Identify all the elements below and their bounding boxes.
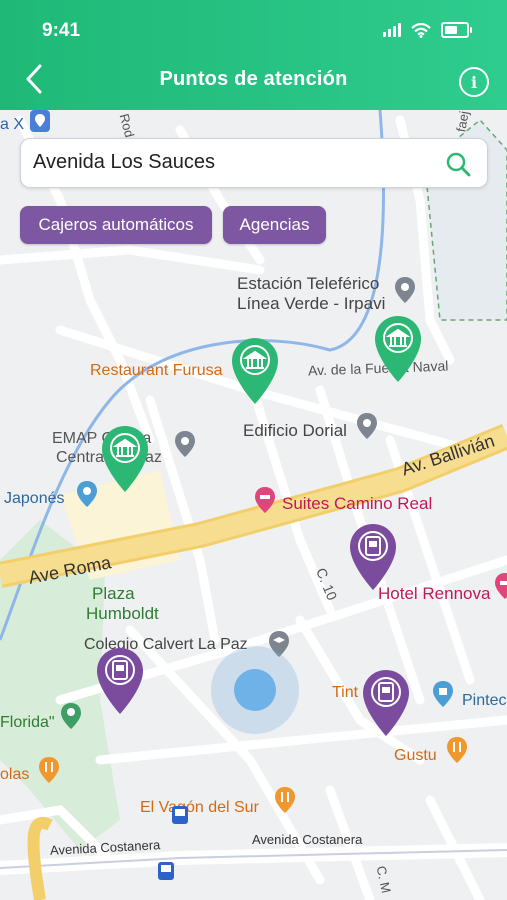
search-field[interactable]: Avenida Los Sauces — [20, 138, 488, 188]
page-title: Puntos de atención — [159, 68, 348, 90]
filter-agencies-chip[interactable]: Agencias — [223, 206, 326, 244]
wifi-icon — [411, 22, 431, 38]
place-pin-icon — [357, 413, 377, 439]
bus-stop-icon — [172, 806, 188, 824]
status-icons — [383, 22, 472, 38]
place-label-gustu: Gustu — [394, 747, 437, 764]
place-label-plaza-2: Humboldt — [86, 604, 159, 623]
agency-pin-icon[interactable] — [100, 424, 150, 494]
atm-pin-icon[interactable] — [361, 668, 411, 738]
place-label-japones: Japonés — [4, 490, 65, 507]
agency-pin-icon[interactable] — [373, 314, 423, 384]
search-icon[interactable] — [445, 151, 471, 177]
signal-icon — [383, 23, 401, 37]
current-location-marker — [211, 646, 299, 734]
filter-atm-chip[interactable]: Cajeros automáticos — [20, 206, 212, 244]
shop-pin-icon — [433, 681, 453, 707]
place-label-ax: a X — [0, 116, 25, 133]
place-label-estacion-2: Línea Verde - Irpavi — [237, 294, 386, 313]
camera-pin-icon — [77, 481, 97, 507]
food-pin-icon — [447, 737, 467, 763]
place-label-olas: olas — [0, 766, 30, 783]
place-label-edificio: Edificio Dorial — [243, 421, 347, 440]
place-label-pintec: Pintec — [462, 692, 507, 709]
place-label-tint: Tint — [332, 684, 359, 701]
place-marker-icon — [30, 110, 50, 132]
place-label-suites: Suites Camino Real — [282, 494, 433, 513]
top-bar: 9:41 Puntos de atención i — [0, 0, 507, 110]
park-pin-icon — [61, 703, 81, 729]
place-label-restaurant: Restaurant Furusa — [90, 362, 223, 379]
atm-pin-icon[interactable] — [95, 646, 145, 716]
info-icon[interactable]: i — [459, 67, 489, 97]
atm-pin-icon[interactable] — [348, 522, 398, 592]
search-input[interactable]: Avenida Los Sauces — [33, 151, 215, 174]
status-time: 9:41 — [42, 20, 81, 41]
place-label-plaza-1: Plaza — [92, 584, 135, 603]
place-pin-icon — [175, 431, 195, 457]
place-label-estacion-1: Estación Teleférico — [237, 274, 380, 293]
food-pin-icon — [39, 757, 59, 783]
food-pin-icon — [275, 787, 295, 813]
bus-stop-icon — [158, 862, 174, 880]
hotel-pin-icon — [255, 487, 275, 513]
battery-icon — [441, 22, 472, 38]
place-label-florida: Florida" — [0, 714, 55, 731]
agency-pin-icon[interactable] — [230, 336, 280, 406]
place-pin-icon — [395, 277, 415, 303]
street-label-costanera-2: Avenida Costanera — [252, 832, 363, 847]
place-label-vagon: El Vagón del Sur — [140, 799, 259, 816]
hotel-pin-icon — [495, 573, 507, 599]
